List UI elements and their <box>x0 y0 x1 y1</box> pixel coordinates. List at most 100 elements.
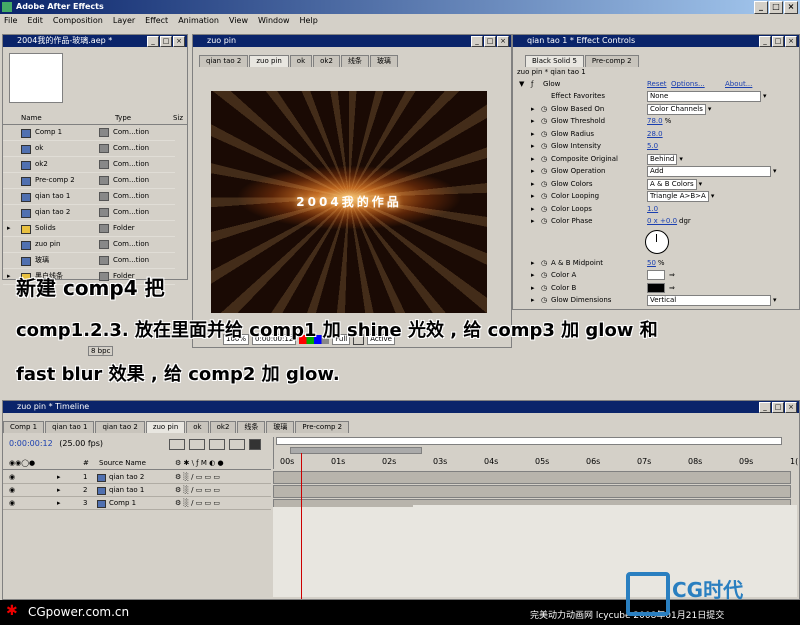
effect-tab[interactable]: Black Solid 5 <box>525 55 584 67</box>
menu-animation[interactable]: Animation <box>178 14 219 28</box>
stopwatch-icon[interactable]: ◷ <box>541 190 547 203</box>
maximize-button[interactable]: □ <box>769 1 783 14</box>
layer-expand-icon[interactable]: ▸ <box>57 484 61 496</box>
comp-tab[interactable]: ok2 <box>313 55 340 67</box>
timeline-tab[interactable]: ok2 <box>209 421 237 433</box>
visibility-eye-icon[interactable]: ◉ <box>9 484 15 496</box>
about-link[interactable]: About... <box>725 78 752 90</box>
comp-tab[interactable]: 玻璃 <box>369 55 398 67</box>
reset-link[interactable]: Reset <box>647 78 667 90</box>
param-value[interactable]: 1.0 <box>647 205 658 213</box>
motion-blur-icon[interactable] <box>229 439 245 450</box>
stopwatch-icon[interactable]: ◷ <box>541 140 547 153</box>
timeline-tab[interactable]: qian tao 1 <box>45 421 95 433</box>
timeline-tab[interactable]: 线条 <box>237 421 266 433</box>
param-value[interactable]: 28.0 <box>647 130 663 138</box>
label-color-swatch[interactable] <box>99 255 109 265</box>
stopwatch-icon[interactable]: ◷ <box>541 165 547 178</box>
work-area-bar[interactable] <box>276 437 782 445</box>
param-expand-icon[interactable]: ▸ <box>531 103 535 116</box>
menu-file[interactable]: File <box>4 14 17 28</box>
param-dropdown[interactable]: None <box>647 91 761 102</box>
label-color-swatch[interactable] <box>99 143 109 153</box>
param-value[interactable]: 50 <box>647 259 656 267</box>
stopwatch-icon[interactable]: ◷ <box>541 257 547 270</box>
stopwatch-icon[interactable]: ◷ <box>541 203 547 216</box>
comp-minimize-button[interactable]: _ <box>471 36 483 47</box>
timeline-maximize-button[interactable]: □ <box>772 402 784 413</box>
col-name[interactable]: Name <box>21 113 42 124</box>
time-ruler[interactable]: 00s 01s 02s 03s 04s 05s 06s 07s 08s 09s 1( <box>273 437 798 469</box>
param-expand-icon[interactable]: ▸ <box>531 282 535 295</box>
options-link[interactable]: Options... <box>671 78 705 90</box>
comp-close-button[interactable]: × <box>497 36 509 47</box>
param-dropdown[interactable]: Color Channels <box>647 103 706 115</box>
menu-window[interactable]: Window <box>258 14 290 28</box>
phase-dial[interactable] <box>645 229 669 254</box>
comp-viewer[interactable]: 2004我的作品 <box>211 91 487 313</box>
eyedropper-icon[interactable]: ⇒ <box>669 271 675 279</box>
project-close-button[interactable]: × <box>173 36 185 47</box>
color-swatch[interactable] <box>647 282 665 293</box>
stopwatch-icon[interactable]: ◷ <box>541 128 547 141</box>
fx-icon[interactable]: ƒ <box>531 78 533 90</box>
layer-switches[interactable]: ⚙ ░ / ▭ ▭ ▭ <box>175 484 220 496</box>
param-expand-icon[interactable]: ▸ <box>531 178 535 191</box>
layer-bar[interactable] <box>273 485 791 498</box>
comp-maximize-button[interactable]: □ <box>484 36 496 47</box>
timeline-tab[interactable]: qian tao 2 <box>95 421 145 433</box>
layer-row[interactable]: ◉ ▸ 2 qian tao 1 ⚙ ░ / ▭ ▭ ▭ <box>3 484 271 497</box>
current-time-indicator[interactable] <box>301 453 302 599</box>
param-dropdown[interactable]: Vertical <box>647 295 771 306</box>
project-item[interactable]: ok Com...tion <box>3 141 175 157</box>
param-expand-icon[interactable]: ▸ <box>531 203 535 216</box>
timeline-minimize-button[interactable]: _ <box>759 402 771 413</box>
menu-view[interactable]: View <box>229 14 248 28</box>
expand-arrow-icon[interactable]: ▸ <box>7 269 11 284</box>
param-value[interactable]: 0 x +0.0 <box>647 217 677 225</box>
color-swatch[interactable] <box>647 270 665 280</box>
param-expand-icon[interactable]: ▸ <box>531 140 535 153</box>
menu-layer[interactable]: Layer <box>113 14 135 28</box>
timeline-tab[interactable]: 玻璃 <box>266 421 295 433</box>
stopwatch-icon[interactable]: ◷ <box>541 269 547 282</box>
param-dropdown[interactable]: Behind <box>647 153 678 165</box>
layer-row[interactable]: ◉ ▸ 3 Comp 1 ⚙ ░ / ▭ ▭ ▭ <box>3 497 271 510</box>
param-dropdown[interactable]: Add <box>647 166 771 177</box>
label-color-swatch[interactable] <box>99 159 109 169</box>
menu-composition[interactable]: Composition <box>53 14 103 28</box>
effect-minimize-button[interactable]: _ <box>759 36 771 47</box>
project-item[interactable]: Pre-comp 2 Com...tion <box>3 173 175 189</box>
stopwatch-icon[interactable]: ◷ <box>541 153 547 166</box>
layer-row[interactable]: ◉ ▸ 1 qian tao 2 ⚙ ░ / ▭ ▭ ▭ <box>3 471 271 484</box>
label-color-swatch[interactable] <box>99 239 109 249</box>
param-expand-icon[interactable]: ▸ <box>531 215 535 228</box>
stopwatch-icon[interactable]: ◷ <box>541 282 547 295</box>
project-item[interactable]: 玻璃 Com...tion <box>3 253 175 269</box>
label-color-swatch[interactable] <box>99 207 109 217</box>
timeline-tab[interactable]: zuo pin <box>145 421 186 433</box>
comp-tab[interactable]: zuo pin <box>249 55 289 67</box>
ram-preview-icon[interactable] <box>189 439 205 450</box>
timeline-tab[interactable]: ok <box>186 421 209 433</box>
stopwatch-icon[interactable]: ◷ <box>541 294 547 307</box>
layer-expand-icon[interactable]: ▸ <box>57 497 61 509</box>
zoom-slider[interactable] <box>290 447 422 454</box>
expand-arrow-icon[interactable]: ▸ <box>7 221 11 236</box>
param-expand-icon[interactable]: ▸ <box>531 128 535 141</box>
comp-tab[interactable]: qian tao 2 <box>199 55 249 67</box>
param-expand-icon[interactable]: ▸ <box>531 153 535 166</box>
comp-flowchart-icon[interactable] <box>169 439 185 450</box>
stopwatch-icon[interactable]: ◷ <box>541 115 547 128</box>
draft-3d-icon[interactable] <box>209 439 225 450</box>
stopwatch-icon[interactable]: ◷ <box>541 103 547 116</box>
layer-switches[interactable]: ⚙ ░ / ▭ ▭ ▭ <box>175 497 220 509</box>
project-maximize-button[interactable]: □ <box>160 36 172 47</box>
timeline-timecode[interactable]: 0:00:00:12 <box>9 439 53 448</box>
layer-expand-icon[interactable]: ▸ <box>57 471 61 483</box>
param-expand-icon[interactable]: ▸ <box>531 269 535 282</box>
bpc-button[interactable]: 8 bpc <box>88 346 114 356</box>
visibility-eye-icon[interactable]: ◉ <box>9 497 15 509</box>
project-item[interactable]: zuo pin Com...tion <box>3 237 175 253</box>
visibility-eye-icon[interactable]: ◉ <box>9 471 15 483</box>
